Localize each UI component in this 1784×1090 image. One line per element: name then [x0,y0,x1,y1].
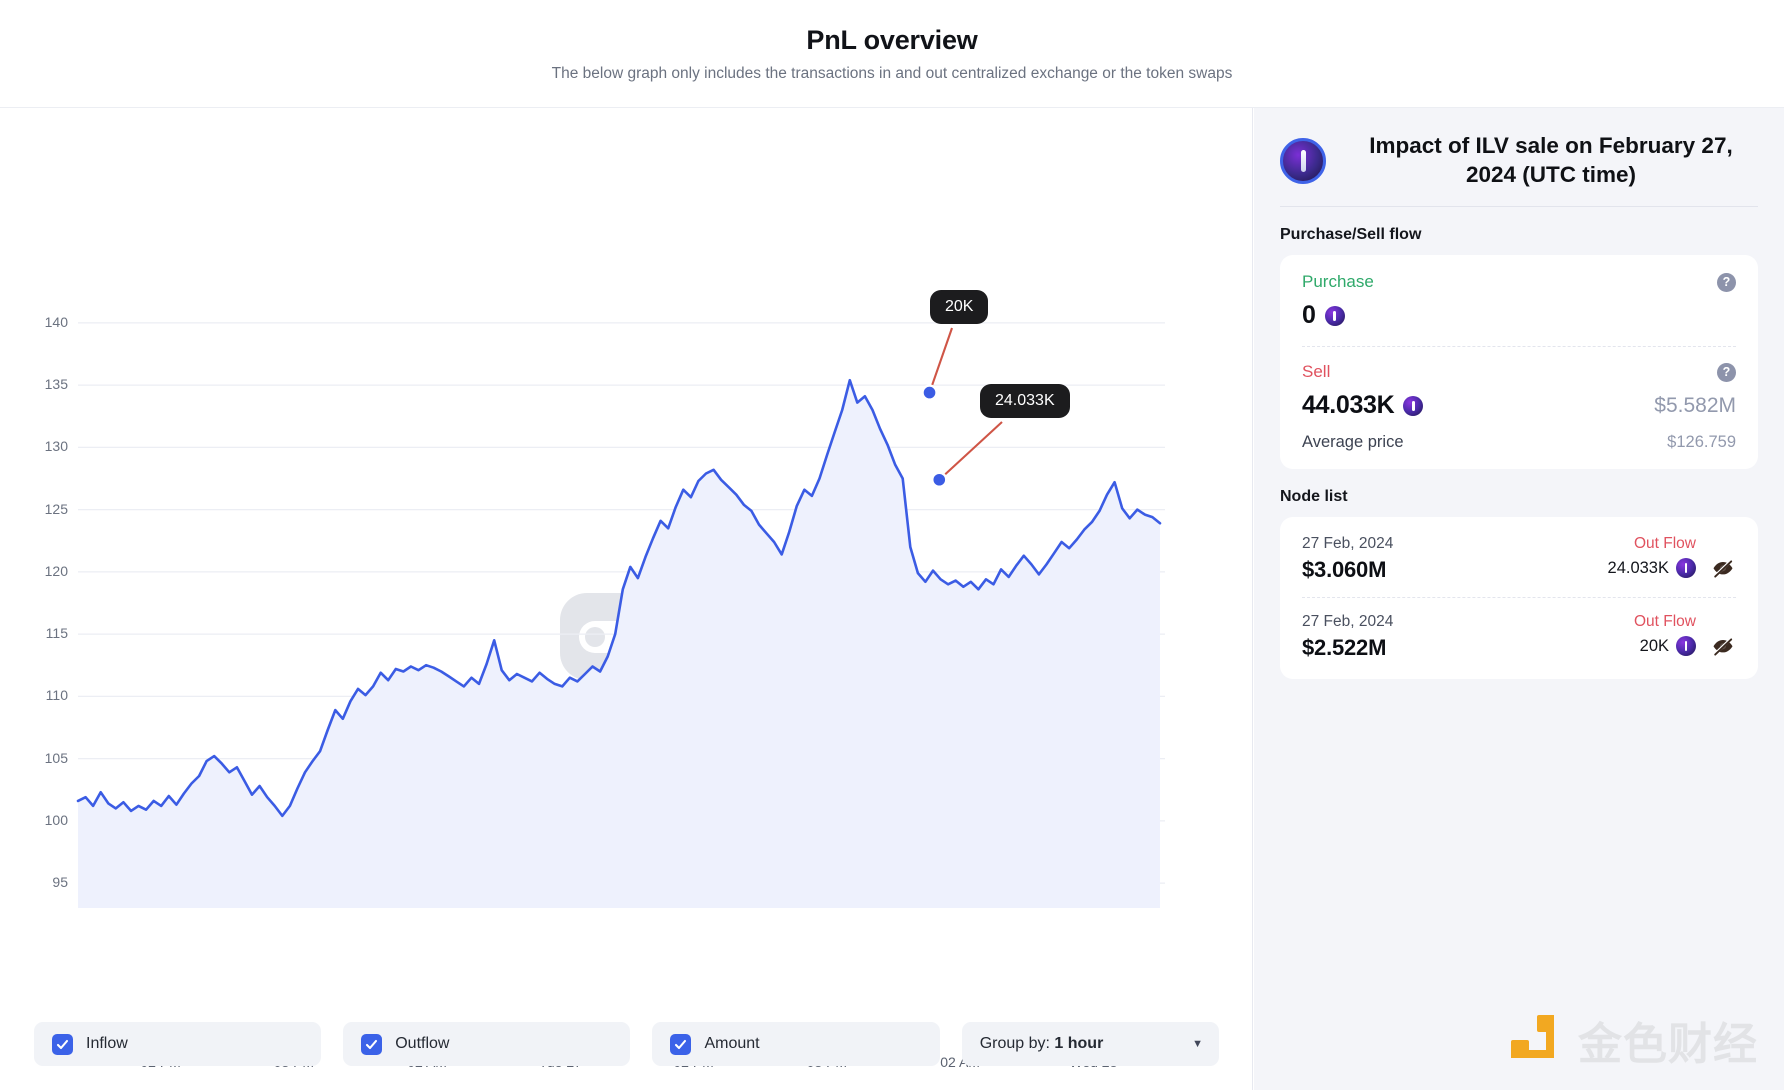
amount-toggle[interactable]: Amount [652,1022,940,1066]
eye-off-icon[interactable] [1710,633,1736,659]
average-price-label: Average price [1302,433,1404,452]
node-flow-label: Out Flow [1633,613,1696,631]
y-axis-tick: 95 [52,874,68,891]
average-price-row: Average price $126.759 [1302,433,1736,452]
outflow-checkbox[interactable] [361,1033,383,1055]
group-by-dropdown[interactable]: Group by: 1 hour ▼ [961,1022,1220,1066]
annotation-callout-24033k[interactable]: 24.033K [980,384,1070,418]
y-axis-tick: 100 [44,811,68,828]
ilv-token-badge-icon [1403,395,1424,416]
y-axis-tick: 140 [44,313,68,330]
y-axis-tick: 125 [44,500,68,517]
y-axis-tick: 105 [44,749,68,766]
average-price-value: $126.759 [1667,433,1736,452]
group-by-label: Group by: 1 hour [980,1035,1104,1053]
group-by-prefix: Group by: [979,1035,1055,1052]
purchase-sell-flow-title: Purchase/Sell flow [1280,226,1422,244]
chart-controls: Inflow Outflow Amount Group by: 1 hour ▼ [0,998,1253,1090]
chart-area-fill [78,380,1160,908]
purchase-sell-flow-card: Purchase ? 0 Sell ? 44.033K $5.582M Aver… [1280,255,1758,470]
sell-amount: 44.033K [1302,391,1395,420]
eye-off-icon[interactable] [1710,555,1736,581]
amount-checkbox[interactable] [670,1033,692,1055]
purchase-amount: 0 [1302,301,1316,330]
chevron-down-icon[interactable]: ▼ [1192,1038,1203,1050]
node-qty-value: 24.033K [1607,558,1669,577]
group-by-value: 1 hour [1054,1035,1104,1052]
ilv-token-badge-icon [1324,305,1345,326]
annotation-points [921,384,948,488]
node-usd-value: $3.060M [1302,557,1387,583]
annotation-point[interactable] [931,471,948,488]
outflow-toggle[interactable]: Outflow [343,1022,631,1066]
price-line-chart [76,322,1165,908]
y-axis-tick: 115 [45,625,68,642]
annotation-callout-20k[interactable]: 20K [930,290,989,324]
inflow-checkbox[interactable] [52,1033,73,1055]
y-axis-tick: 130 [44,438,68,455]
purchase-label: Purchase [1302,272,1374,292]
pnl-overview-page: PnL overview The below graph only includ… [0,0,1784,1090]
sell-usd: $5.582M [1654,393,1736,417]
ilv-token-icon [1280,137,1326,184]
side-panel-header: Impact of ILV sale on February 27, 2024 … [1280,126,1758,189]
node-usd-value: $2.522M [1302,635,1387,661]
node-list-item[interactable]: 27 Feb, 2024 $3.060M Out Flow 24.033K [1302,520,1736,597]
node-list-card: 27 Feb, 2024 $3.060M Out Flow 24.033K 27… [1280,517,1758,680]
page-title: PnL overview [806,24,978,55]
y-axis-tick: 120 [44,562,68,579]
sell-help-icon[interactable]: ? [1717,362,1736,382]
node-list-item[interactable]: 27 Feb, 2024 $2.522M Out Flow 20K [1302,597,1736,675]
page-subtitle: The below graph only includes the transa… [551,64,1233,82]
purchase-help-icon[interactable]: ? [1717,272,1736,292]
impact-side-panel: Impact of ILV sale on February 27, 2024 … [1254,108,1784,1090]
node-date: 27 Feb, 2024 [1302,613,1394,631]
node-qty-value: 20K [1639,636,1669,655]
amount-label: Amount [704,1035,760,1052]
purchase-row: Purchase ? 0 [1302,272,1736,346]
outflow-label: Outflow [395,1035,450,1052]
ilv-token-badge-icon [1676,636,1696,657]
node-list-title: Node list [1280,488,1348,506]
y-axis-tick: 110 [45,687,68,704]
side-panel-title: Impact of ILV sale on February 27, 2024 … [1369,133,1733,187]
sell-label: Sell [1302,362,1331,382]
jinse-watermark-text: 金色财经 [1578,1019,1758,1070]
annotation-point[interactable] [921,384,938,401]
node-flow-label: Out Flow [1633,535,1696,553]
inflow-toggle[interactable]: Inflow [34,1022,322,1066]
header-divider [1280,206,1758,208]
ilv-token-badge-icon [1676,558,1696,579]
page-header: PnL overview The below graph only includ… [0,0,1784,108]
sell-row: Sell ? 44.033K $5.582M Average price $12… [1302,346,1736,452]
chart-area: SPOTONCHAIN 1401351301251201151101051009… [0,108,1253,1070]
jinse-finance-watermark: 金色财经 [1508,1008,1758,1072]
chart-panel: SPOTONCHAIN 1401351301251201151101051009… [0,108,1253,1090]
y-axis-tick: 135 [44,376,68,393]
inflow-label: Inflow [86,1035,128,1052]
node-date: 27 Feb, 2024 [1302,535,1394,553]
jinse-logo-icon [1508,1012,1564,1068]
